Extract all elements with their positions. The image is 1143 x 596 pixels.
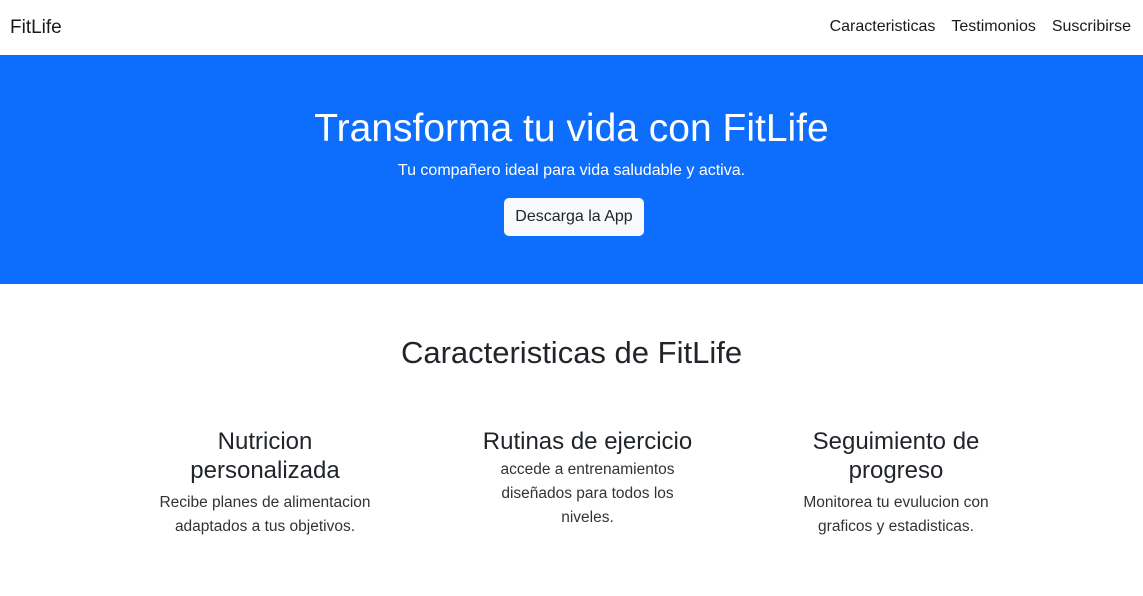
- nav-link-caracteristicas[interactable]: Caracteristicas: [830, 17, 936, 37]
- hero-section: Transforma tu vida con FitLife Tu compañ…: [0, 55, 1143, 284]
- nav-link-testimonios[interactable]: Testimonios: [951, 17, 1035, 37]
- feature-text: Recibe planes de alimentacion adaptados …: [159, 494, 371, 535]
- hero-title: Transforma tu vida con FitLife: [314, 107, 829, 150]
- nav-links: Caracteristicas Testimonios Suscribirse: [830, 17, 1131, 37]
- feature-card-seguimiento: Seguimiento de progreso Monitorea tu evu…: [790, 427, 1002, 539]
- brand-logo[interactable]: FitLife: [10, 16, 62, 40]
- feature-title: Seguimiento de progreso: [812, 428, 980, 484]
- navbar: FitLife Caracteristicas Testimonios Susc…: [0, 0, 1143, 55]
- hero-subtitle: Tu compañero ideal para vida saludable y…: [397, 162, 746, 179]
- feature-text: accede a entrenamientos diseñados para t…: [500, 461, 675, 526]
- download-app-button[interactable]: Descarga la App: [504, 198, 644, 236]
- feature-title: Nutricion personalizada: [190, 428, 340, 484]
- feature-text: Monitorea tu evulucion con graficos y es…: [803, 494, 989, 535]
- feature-card-nutricion: Nutricion personalizada Recibe planes de…: [155, 427, 375, 539]
- feature-title: Rutinas de ejercicio: [482, 428, 693, 455]
- feature-card-rutinas: Rutinas de ejercicio accede a entrenamie…: [475, 427, 700, 530]
- features-title: Caracteristicas de FitLife: [400, 335, 743, 370]
- nav-link-suscribirse[interactable]: Suscribirse: [1052, 17, 1131, 37]
